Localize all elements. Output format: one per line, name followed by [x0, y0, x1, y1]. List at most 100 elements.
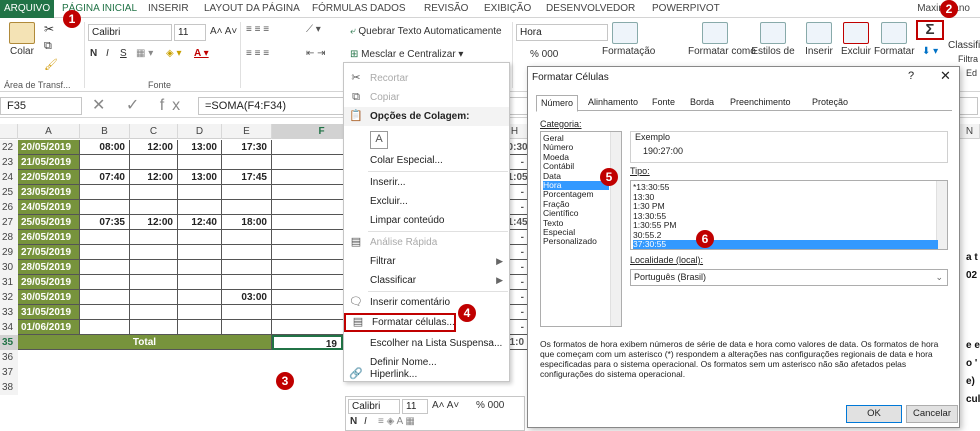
time-cell[interactable]: 18:00	[222, 215, 272, 230]
date-cell[interactable]: 26/05/2019	[18, 230, 80, 245]
column-header-c[interactable]: C	[130, 124, 178, 139]
time-cell[interactable]	[178, 185, 222, 200]
underline-button[interactable]: S	[120, 48, 127, 59]
tab-font[interactable]: Fonte	[648, 95, 679, 111]
sheet-cell[interactable]	[272, 140, 343, 155]
time-cell[interactable]	[178, 290, 222, 305]
tab-file[interactable]: ARQUIVO	[0, 0, 55, 18]
time-cell[interactable]	[222, 185, 272, 200]
category-option[interactable]: Contábil	[543, 162, 609, 171]
date-cell[interactable]: 29/05/2019	[18, 275, 80, 290]
row-header[interactable]: 32	[0, 290, 18, 305]
sheet-cell[interactable]	[272, 215, 343, 230]
mini-percent-button[interactable]: % 000	[476, 400, 504, 411]
time-cell[interactable]: 12:00	[130, 215, 178, 230]
type-option[interactable]: 1:30 PM	[633, 202, 938, 211]
date-cell[interactable]: 27/05/2019	[18, 245, 80, 260]
cancel-button[interactable]: Cancelar	[906, 405, 958, 423]
font-size-select[interactable]: 11	[174, 24, 206, 41]
row-header[interactable]: 25	[0, 185, 18, 200]
row-header[interactable]: 38	[0, 380, 18, 395]
menu-item-clear[interactable]: Limpar conteúdo	[344, 211, 509, 230]
time-cell[interactable]	[80, 320, 130, 335]
tab-data[interactable]: DADOS	[370, 3, 406, 14]
time-cell[interactable]	[222, 155, 272, 170]
menu-item-insert[interactable]: Inserir...	[344, 173, 509, 192]
italic-button[interactable]: I	[106, 48, 109, 59]
mini-font-select[interactable]: Calibri	[348, 399, 400, 414]
time-cell[interactable]: 12:00	[130, 140, 178, 155]
mini-bold-button[interactable]: N	[350, 416, 357, 427]
tab-formulas[interactable]: FÓRMULAS	[312, 3, 368, 14]
conditional-format-button[interactable]: Formatação	[602, 22, 655, 57]
time-cell[interactable]: 12:40	[178, 215, 222, 230]
insert-cells-button[interactable]: Inserir	[804, 22, 834, 57]
date-cell[interactable]: 31/05/2019	[18, 305, 80, 320]
time-cell[interactable]	[80, 245, 130, 260]
filter-label[interactable]: Filtra	[958, 54, 978, 64]
row-header[interactable]: 27	[0, 215, 18, 230]
row-header[interactable]: 23	[0, 155, 18, 170]
time-cell[interactable]	[130, 320, 178, 335]
row-header[interactable]: 36	[0, 350, 18, 365]
time-cell[interactable]	[80, 200, 130, 215]
font-color-icon[interactable]: A ▾	[194, 48, 209, 59]
row-header[interactable]: 34	[0, 320, 18, 335]
date-cell[interactable]: 24/05/2019	[18, 200, 80, 215]
ok-button[interactable]: OK	[846, 405, 902, 423]
date-cell[interactable]: 30/05/2019	[18, 290, 80, 305]
row-header[interactable]: 37	[0, 365, 18, 380]
time-cell[interactable]: 13:00	[178, 170, 222, 185]
menu-item-quick-analysis[interactable]: ▤ Análise Rápida	[344, 233, 509, 252]
time-cell[interactable]	[80, 185, 130, 200]
sort-filter-button[interactable]: Classifi	[948, 40, 980, 51]
time-cell[interactable]	[178, 305, 222, 320]
time-cell[interactable]	[178, 245, 222, 260]
total-label-cell[interactable]: Total	[18, 335, 272, 350]
time-cell[interactable]: 13:00	[178, 140, 222, 155]
menu-item-delete[interactable]: Excluir...	[344, 192, 509, 211]
date-cell[interactable]: 22/05/2019	[18, 170, 80, 185]
time-cell[interactable]: 08:00	[80, 140, 130, 155]
mini-grow-font-icon[interactable]: A˄ A˅	[432, 400, 459, 411]
copy-icon[interactable]: ⧉	[44, 40, 52, 53]
time-cell[interactable]	[130, 275, 178, 290]
date-cell[interactable]: 21/05/2019	[18, 155, 80, 170]
format-painter-icon[interactable]: 🖌	[44, 58, 58, 71]
row-header[interactable]: 30	[0, 260, 18, 275]
select-all-corner[interactable]	[0, 124, 18, 139]
mini-italic-button[interactable]: I	[364, 416, 367, 427]
time-cell[interactable]: 03:00	[222, 290, 272, 305]
tab-developer[interactable]: DESENVOLVEDOR	[546, 3, 635, 14]
autosum-button[interactable]: Σ	[916, 20, 944, 40]
type-option[interactable]: *13:30:55	[633, 183, 938, 192]
sheet-cell[interactable]	[272, 155, 343, 170]
time-cell[interactable]: 07:40	[80, 170, 130, 185]
bold-button[interactable]: N	[90, 48, 97, 59]
column-header-b[interactable]: B	[80, 124, 130, 139]
time-cell[interactable]	[130, 260, 178, 275]
category-scrollbar[interactable]	[610, 132, 621, 326]
date-cell[interactable]: 28/05/2019	[18, 260, 80, 275]
indent-icon[interactable]: ⇤ ⇥	[306, 48, 326, 59]
type-option[interactable]: 13:30:55	[633, 211, 938, 221]
time-cell[interactable]	[130, 305, 178, 320]
sheet-cell[interactable]	[272, 200, 343, 215]
time-cell[interactable]	[80, 275, 130, 290]
time-cell[interactable]	[80, 260, 130, 275]
fx-icon[interactable]: ✕ ✓ fx	[92, 95, 188, 115]
time-cell[interactable]	[130, 155, 178, 170]
cut-icon[interactable]: ✂	[44, 22, 54, 36]
time-cell[interactable]: 17:30	[222, 140, 272, 155]
format-cells-button[interactable]: Formatar	[874, 22, 915, 57]
time-cell[interactable]: 17:45	[222, 170, 272, 185]
sheet-cell[interactable]	[272, 260, 343, 275]
time-cell[interactable]	[178, 260, 222, 275]
sheet-cell[interactable]	[272, 320, 343, 335]
column-header-d[interactable]: D	[178, 124, 222, 139]
category-option[interactable]: Científico	[543, 209, 609, 218]
category-list[interactable]: Geral Número Moeda Contábil Data Hora Porcenta…	[540, 131, 622, 327]
time-cell[interactable]	[178, 200, 222, 215]
time-cell[interactable]	[80, 230, 130, 245]
column-header-e[interactable]: E	[222, 124, 272, 139]
